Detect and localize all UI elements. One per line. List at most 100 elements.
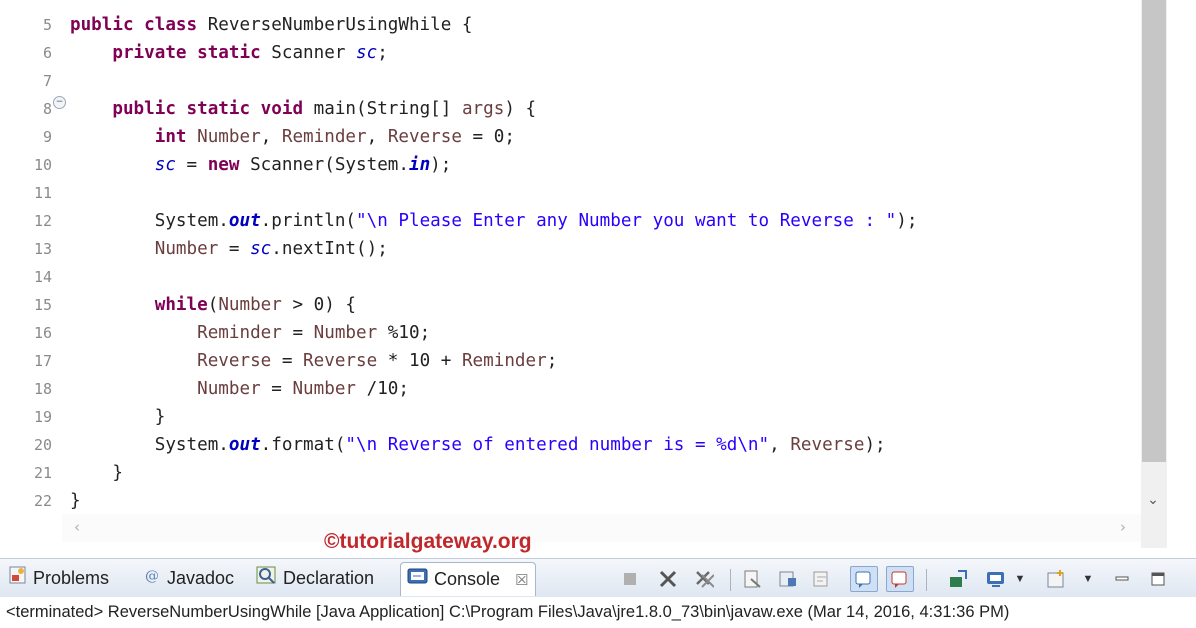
code-token: = bbox=[271, 351, 304, 371]
code-token: Scanner(System. bbox=[250, 155, 409, 175]
code-text: } bbox=[70, 487, 81, 515]
code-line[interactable]: 11 bbox=[0, 179, 1140, 207]
code-token: = bbox=[281, 323, 314, 343]
code-line[interactable]: 7 bbox=[0, 67, 1140, 95]
line-number: 6 bbox=[42, 44, 52, 62]
scroll-right-arrow-icon[interactable]: › bbox=[1120, 518, 1126, 536]
tab-declaration-label: Declaration bbox=[283, 568, 375, 588]
code-token: .nextInt(); bbox=[271, 239, 388, 259]
fold-toggle-icon[interactable]: − bbox=[53, 96, 66, 109]
line-number: 9 bbox=[42, 128, 52, 146]
code-text: int Number, Reminder, Reverse = 0; bbox=[70, 123, 515, 151]
line-number: 14 bbox=[33, 268, 52, 286]
code-token: while bbox=[154, 295, 208, 315]
line-number: 10 bbox=[33, 156, 52, 174]
code-token: = bbox=[218, 239, 251, 259]
line-number: 13 bbox=[33, 240, 52, 258]
line-number: 7 bbox=[42, 72, 52, 90]
code-token: } bbox=[70, 407, 166, 427]
open-console-icon[interactable] bbox=[1046, 569, 1066, 589]
pin-console-icon[interactable] bbox=[948, 569, 968, 589]
code-line[interactable]: 8 public static void main(String[] args)… bbox=[0, 95, 1140, 123]
scroll-lock-icon[interactable] bbox=[778, 569, 798, 589]
code-line[interactable]: 10 sc = new Scanner(System.in); bbox=[0, 151, 1140, 179]
code-line[interactable]: 22} bbox=[0, 487, 1140, 515]
code-text: while(Number > 0) { bbox=[70, 291, 356, 319]
code-text: Number = Number /10; bbox=[70, 375, 409, 403]
code-line[interactable]: 6 private static Scanner sc; bbox=[0, 39, 1140, 67]
code-line[interactable]: 9 int Number, Reminder, Reverse = 0; bbox=[0, 123, 1140, 151]
code-token: %10; bbox=[377, 323, 431, 343]
declaration-icon bbox=[256, 565, 278, 593]
code-token: Reverse bbox=[387, 127, 462, 147]
display-console-icon[interactable] bbox=[986, 569, 1006, 589]
show-stderr-icon[interactable] bbox=[886, 566, 914, 592]
svg-text:@: @ bbox=[145, 568, 159, 584]
code-line[interactable]: 13 Number = sc.nextInt(); bbox=[0, 235, 1140, 263]
code-token: .format( bbox=[260, 435, 346, 455]
code-token: main(String[] bbox=[313, 99, 462, 119]
code-token: out bbox=[228, 435, 261, 455]
code-line[interactable]: 15 while(Number > 0) { bbox=[0, 291, 1140, 319]
code-editor[interactable]: 5 public class ReverseNumberUsingWhile {6… bbox=[0, 0, 1196, 548]
tab-declaration[interactable]: Declaration bbox=[256, 564, 374, 592]
code-token: private static bbox=[112, 43, 272, 63]
show-stdout-icon[interactable] bbox=[850, 566, 878, 592]
code-token: Number bbox=[292, 379, 357, 399]
minimize-icon[interactable] bbox=[1112, 569, 1132, 589]
code-token: Scanner bbox=[271, 43, 357, 63]
line-number: 19 bbox=[33, 408, 52, 426]
console-status-text: <terminated> ReverseNumberUsingWhile [Ja… bbox=[0, 597, 1196, 628]
code-token: Number bbox=[197, 379, 261, 399]
vertical-scrollbar-thumb[interactable] bbox=[1142, 0, 1166, 462]
line-number: 5 bbox=[42, 16, 52, 34]
code-line[interactable]: 14 bbox=[0, 263, 1140, 291]
code-line[interactable]: 16 Reminder = Number %10; bbox=[0, 319, 1140, 347]
code-line[interactable]: 17 Reverse = Reverse * 10 + Reminder; bbox=[0, 347, 1140, 375]
tab-console-label: Console bbox=[434, 569, 501, 589]
code-token: Reverse bbox=[303, 351, 378, 371]
code-text: Number = sc.nextInt(); bbox=[70, 235, 388, 263]
javadoc-icon: @ bbox=[142, 565, 162, 593]
horizontal-scrollbar[interactable] bbox=[62, 514, 1141, 542]
code-token: ); bbox=[896, 211, 918, 231]
code-token: int bbox=[154, 127, 198, 147]
code-line[interactable]: 20 System.out.format("\n Reverse of ente… bbox=[0, 431, 1140, 459]
code-token: ( bbox=[207, 295, 219, 315]
terminate-icon[interactable] bbox=[620, 569, 640, 589]
clear-console-icon[interactable] bbox=[742, 569, 762, 589]
tab-console[interactable]: Console ☒ bbox=[400, 562, 536, 596]
close-icon[interactable]: ☒ bbox=[515, 572, 528, 589]
chevron-down-icon[interactable]: ▼ bbox=[1014, 569, 1026, 589]
word-wrap-icon[interactable] bbox=[812, 569, 832, 589]
chevron-down-icon[interactable]: ▼ bbox=[1082, 569, 1094, 589]
code-line[interactable]: 18 Number = Number /10; bbox=[0, 375, 1140, 403]
code-token: * 10 + bbox=[377, 351, 462, 371]
code-token: } bbox=[70, 491, 81, 511]
code-line[interactable]: 12 System.out.println("\n Please Enter a… bbox=[0, 207, 1140, 235]
code-line[interactable]: 5 public class ReverseNumberUsingWhile { bbox=[0, 11, 1140, 39]
line-number: 20 bbox=[33, 436, 52, 454]
code-token: } bbox=[70, 463, 123, 483]
scroll-down-arrow-icon[interactable]: ⌄ bbox=[1143, 490, 1163, 510]
line-number: 16 bbox=[33, 324, 52, 342]
maximize-icon[interactable] bbox=[1148, 569, 1168, 589]
tab-problems[interactable]: Problems bbox=[8, 564, 109, 592]
watermark: ©tutorialgateway.org bbox=[324, 530, 532, 553]
code-token: = bbox=[175, 155, 208, 175]
code-token: public class bbox=[70, 15, 208, 35]
code-token: , bbox=[260, 127, 282, 147]
code-token: "\n Please Enter any Number you want to … bbox=[356, 211, 897, 231]
remove-launch-icon[interactable] bbox=[658, 569, 678, 589]
code-token: ) { bbox=[504, 99, 537, 119]
tab-javadoc[interactable]: @ Javadoc bbox=[142, 564, 234, 592]
code-line[interactable]: 19 } bbox=[0, 403, 1140, 431]
remove-all-terminated-icon[interactable] bbox=[694, 569, 714, 589]
code-text: } bbox=[70, 459, 123, 487]
scroll-left-arrow-icon[interactable]: ‹ bbox=[74, 518, 80, 536]
code-line[interactable]: 21 } bbox=[0, 459, 1140, 487]
